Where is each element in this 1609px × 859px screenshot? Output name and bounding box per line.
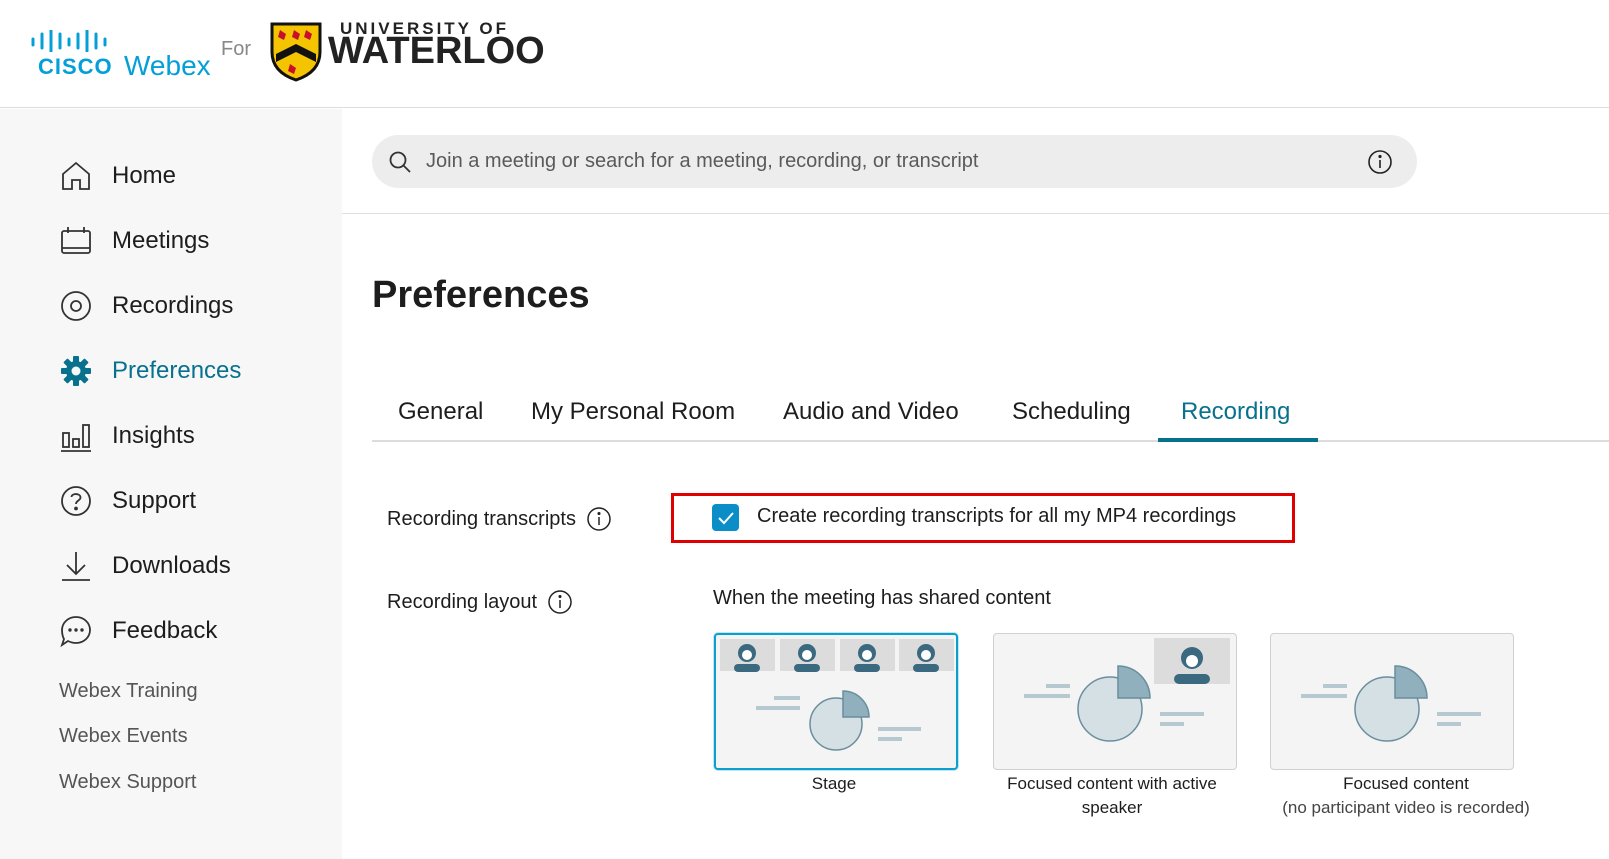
sidebar-item-feedback[interactable]: Feedback (58, 609, 328, 653)
search-icon (389, 151, 411, 173)
calendar-icon (58, 223, 94, 259)
sidebar-item-home[interactable]: Home (58, 154, 328, 198)
transcripts-checkbox[interactable] (712, 504, 739, 531)
layout-caption-stage: Stage (811, 774, 857, 793)
waterloo-crest-icon (270, 22, 322, 82)
sidebar-item-label: Feedback (112, 617, 218, 644)
sidebar-item-support[interactable]: Support (58, 479, 328, 523)
info-icon[interactable] (547, 589, 573, 615)
app-header: CISCO Webex For UNIVERSITY OF WATERLOO (0, 0, 1609, 108)
tab-general[interactable]: General (398, 398, 483, 426)
search-bar-area (342, 109, 1609, 214)
layout-option-focused-content[interactable] (1270, 633, 1514, 770)
webex-support-link[interactable]: Webex Support (59, 771, 197, 794)
sidebar-item-label: Downloads (112, 552, 231, 579)
focused-speaker-layout-illustration-icon (1024, 638, 1230, 742)
cisco-wordmark: CISCO (38, 54, 113, 79)
help-icon (58, 483, 94, 519)
tab-recording[interactable]: Recording (1181, 398, 1290, 426)
download-icon (58, 548, 94, 584)
layout-caption-subtext: (no participant video is recorded) (1282, 798, 1530, 817)
stage-layout-illustration-icon (720, 639, 954, 751)
webex-wordmark: Webex (124, 50, 211, 81)
sidebar-item-preferences[interactable]: Preferences (58, 349, 328, 393)
webex-training-link[interactable]: Webex Training (59, 680, 198, 703)
cisco-logo-icon (31, 30, 107, 52)
sidebar-item-recordings[interactable]: Recordings (58, 284, 328, 328)
for-label: For (221, 38, 251, 60)
layout-caption-focused-content: Focused content (no participant video is… (1256, 772, 1556, 820)
home-icon (58, 158, 94, 194)
sidebar-item-label: Support (112, 487, 197, 514)
layout-option-focused-active-speaker[interactable] (993, 633, 1237, 770)
sidebar-item-meetings[interactable]: Meetings (58, 219, 328, 263)
shared-content-heading: When the meeting has shared content (713, 587, 1051, 609)
sidebar: Home Meetings Recordings Preferences Ins… (0, 109, 342, 859)
active-tab-indicator (1158, 438, 1318, 442)
layout-option-stage[interactable] (714, 633, 958, 770)
info-icon[interactable] (586, 506, 612, 532)
search-box (372, 135, 1417, 188)
recording-layout-row-label: Recording layout (387, 589, 573, 615)
sidebar-item-label: Preferences (112, 357, 242, 384)
sidebar-item-label: Recordings (112, 292, 234, 319)
recordings-icon (58, 288, 94, 324)
sidebar-item-label: Meetings (112, 227, 210, 254)
focused-content-layout-illustration-icon (1301, 665, 1481, 742)
page-title: Preferences (372, 274, 590, 316)
feedback-icon (58, 613, 94, 649)
tab-audio-and-video[interactable]: Audio and Video (783, 398, 959, 426)
checkmark-icon (717, 511, 734, 524)
waterloo-wordmark: WATERLOO (328, 30, 545, 72)
layout-caption-focused-active-speaker: Focused content with active speaker (1007, 774, 1217, 817)
recording-layout-label: Recording layout (387, 590, 538, 613)
recording-transcripts-row-label: Recording transcripts (387, 506, 612, 532)
sidebar-item-label: Insights (112, 422, 195, 449)
preferences-tabs: General My Personal Room Audio and Video… (372, 390, 1609, 442)
recording-transcripts-label: Recording transcripts (387, 507, 576, 530)
sidebar-item-label: Home (112, 162, 177, 189)
webex-events-link[interactable]: Webex Events (59, 725, 188, 748)
layout-caption-line: Focused content (1343, 774, 1469, 793)
tab-scheduling[interactable]: Scheduling (1012, 398, 1131, 426)
tab-my-personal-room[interactable]: My Personal Room (531, 398, 735, 426)
transcripts-checkbox-label[interactable]: Create recording transcripts for all my … (757, 505, 1236, 528)
info-icon[interactable] (1367, 149, 1393, 175)
insights-icon (58, 418, 94, 454)
sidebar-item-downloads[interactable]: Downloads (58, 544, 328, 588)
search-input[interactable] (426, 145, 1356, 178)
sidebar-item-insights[interactable]: Insights (58, 414, 328, 458)
gear-icon (58, 353, 94, 389)
